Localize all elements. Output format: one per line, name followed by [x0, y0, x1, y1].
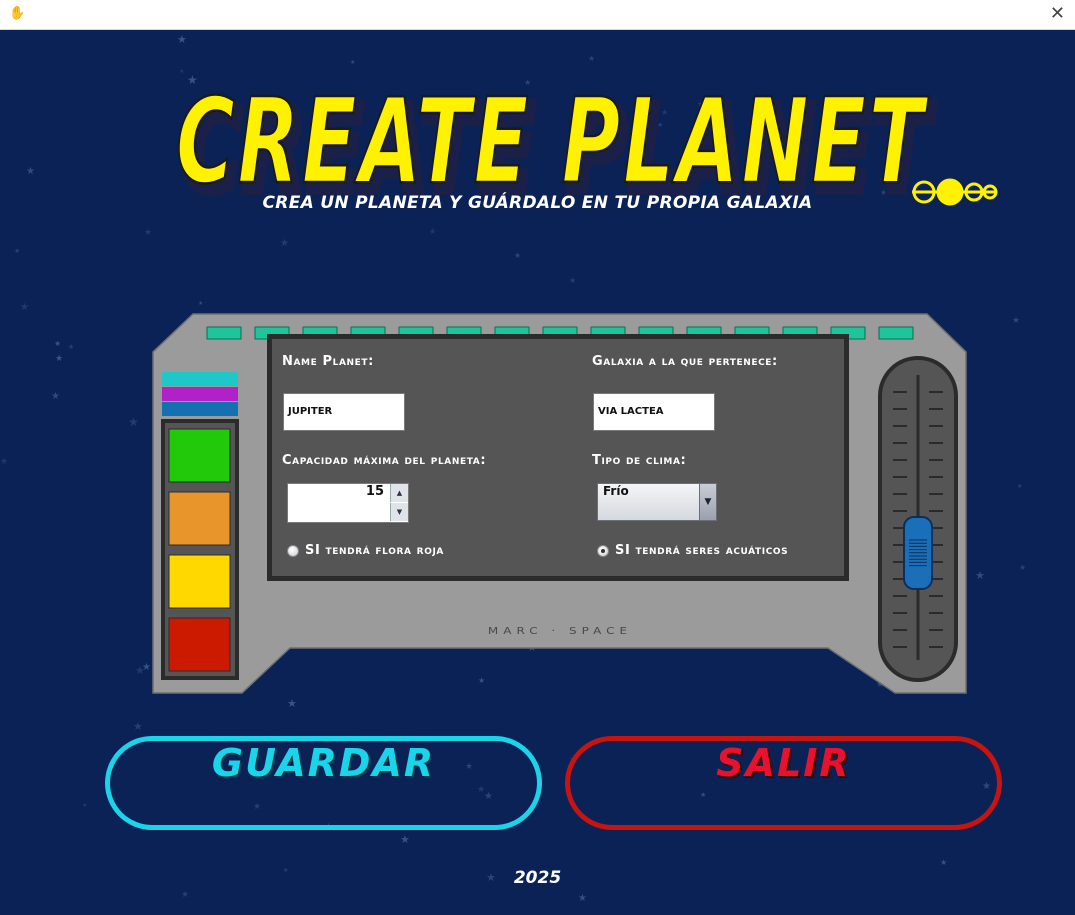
name-label: Name Planet:: [282, 354, 374, 369]
indicator-light: [206, 326, 242, 340]
footer-year: 2025: [513, 868, 562, 888]
swatch-yellow: [168, 554, 231, 609]
climate-select[interactable]: Frío ▼: [597, 483, 717, 521]
chevron-down-icon[interactable]: ▼: [699, 484, 716, 520]
galaxy-field[interactable]: VIA LACTEA: [593, 393, 715, 431]
capacity-value: 15: [365, 484, 384, 499]
slider-knob: [903, 516, 933, 590]
color-bar-purple: [162, 387, 238, 401]
capacity-label: Capacidad máxima del planeta:: [282, 453, 487, 468]
save-button[interactable]: GUARDAR: [105, 736, 542, 830]
color-bar-cyan: [162, 372, 238, 386]
form-panel: Name Planet: JUPITER Galaxia a la que pe…: [267, 334, 849, 581]
galaxy-label: Galaxia a la que pertenece:: [592, 354, 778, 369]
climate-value: Frío: [603, 484, 629, 498]
spinner-up-icon[interactable]: ▲: [390, 484, 408, 502]
radio-unchecked-icon[interactable]: [287, 544, 299, 557]
swatch-green: [168, 428, 231, 483]
aquatic-radio[interactable]: SI tendrá seres acuáticos: [597, 543, 788, 558]
color-bar-blue: [162, 402, 238, 416]
exit-button[interactable]: SALIR: [565, 736, 1002, 830]
swatch-red: [168, 617, 231, 672]
name-field[interactable]: JUPITER: [283, 393, 405, 431]
aquatic-label: SI tendrá seres acuáticos: [615, 543, 789, 558]
swatch-orange: [168, 491, 231, 546]
brand-label: MARC · SPACE: [487, 625, 633, 637]
flora-label: SI tendrá flora roja: [305, 543, 444, 558]
spinner-down-icon[interactable]: ▼: [390, 503, 408, 521]
climate-label: Tipo de clima:: [592, 453, 687, 468]
radio-checked-icon[interactable]: [597, 544, 609, 557]
capacity-stepper[interactable]: 15 ▲ ▼: [287, 483, 409, 523]
flora-radio[interactable]: SI tendrá flora roja: [287, 543, 444, 558]
indicator-light: [878, 326, 914, 340]
